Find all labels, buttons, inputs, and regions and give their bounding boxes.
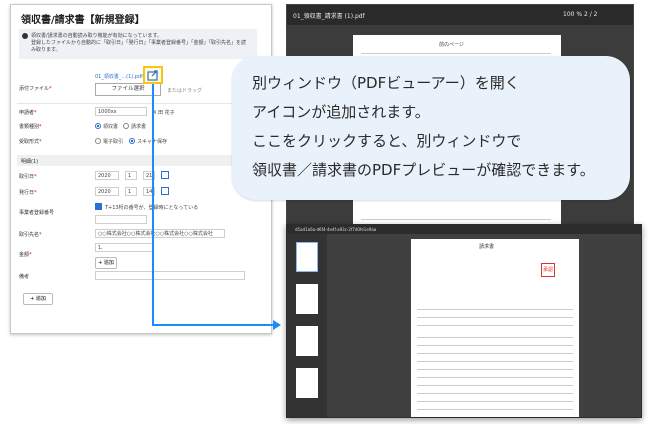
pdf-zoom-level: 100 % 2 / 2	[563, 11, 598, 18]
remarks-input[interactable]	[95, 271, 245, 280]
doc-type-invoice-radio[interactable]	[123, 123, 129, 129]
attachment-label: 添付ファイル*	[19, 86, 52, 92]
table-rule	[417, 393, 573, 394]
page-thumbnail[interactable]	[296, 242, 318, 272]
page-thumbnail[interactable]	[296, 368, 318, 398]
table-rule	[417, 345, 573, 346]
calendar-icon[interactable]	[161, 187, 169, 195]
page-title: 領収書/請求書【新規登録】	[21, 15, 145, 26]
remarks-label: 備考	[19, 274, 30, 280]
table-rule	[417, 377, 573, 378]
pdf-toolbar: 01_領収書_請求書 (1).pdf 100 % 2 / 2	[287, 5, 633, 25]
add-amount-row-button[interactable]: + 追加	[95, 257, 117, 269]
info-icon	[22, 33, 28, 39]
table-rule	[417, 361, 573, 362]
amount-input[interactable]: 1,	[95, 243, 153, 252]
notice-line-2: 登録したファイルから自動的に「取引日」「発行日」「事業者登録番号」「金額」「取引…	[31, 40, 247, 46]
partner-label: 取引先名*	[19, 232, 42, 238]
drop-hint: またはドラッグ	[167, 88, 203, 94]
table-rule	[417, 385, 573, 386]
open-pdf-viewer-icon[interactable]	[143, 66, 163, 84]
table-rule	[417, 337, 573, 338]
applicant-label: 申請者*	[19, 110, 37, 116]
callout-line-4: 領収書／請求書のPDFプレビューが確認できます。	[252, 161, 595, 179]
doc-type-label: 書類種別*	[19, 124, 42, 130]
add-detail-button[interactable]: + 追加	[23, 293, 53, 305]
invoice-heading: 請求書	[479, 244, 495, 250]
partner-input[interactable]: ○○株式会社○○株式会社○○株式会社○○株式会社	[95, 229, 225, 238]
issue-date-label: 発行日*	[19, 190, 37, 196]
table-rule	[417, 317, 573, 318]
table-rule	[417, 409, 573, 410]
doc-type-invoice-label: 請求書	[131, 124, 147, 130]
trade-date-label: 取引日*	[19, 174, 37, 180]
approval-stamp: 承認	[541, 263, 555, 277]
pdf-preview-page: 請求書 承認	[411, 239, 579, 417]
doc-type-receipt-label: 領収書	[103, 124, 119, 130]
attachment-link[interactable]: 01_領収書_...(1).pdf	[95, 73, 143, 80]
callout-line-3: ここをクリックすると、別ウィンドウで	[252, 132, 522, 150]
issue-month-input[interactable]: 1	[125, 187, 137, 196]
pdf-preview-toolbar: d5ad1a6a-d6f4-4e4f-a93c-2f7d0fe1e9aa	[287, 225, 641, 234]
detail-section-header: 明細(1)	[17, 155, 262, 166]
thumbnail-sidebar	[287, 234, 327, 417]
table-rule	[417, 325, 573, 326]
callout-bubble: 別ウィンドウ（PDFビューアー）を開く アイコンが追加されます。 ここをクリック…	[232, 56, 630, 200]
callout-line-2: アイコンが追加されます。	[252, 103, 430, 121]
table-rule	[361, 219, 551, 220]
table-rule	[417, 369, 573, 370]
trade-month-input[interactable]: 1	[125, 171, 137, 180]
arrow-head	[273, 320, 281, 330]
reg-no-checkbox[interactable]	[95, 203, 102, 210]
page-thumbnail[interactable]	[296, 284, 318, 314]
table-rule	[417, 401, 573, 402]
table-rule	[417, 309, 573, 310]
info-notice: 領収書/請求書の自動読み取り機能が有効になっています。 登録したファイルから自動…	[19, 29, 257, 59]
external-window-icon	[147, 70, 158, 81]
receive-type-label: 受取形式*	[19, 139, 42, 145]
receive-electronic-label: 電子取引	[103, 139, 124, 145]
connector-line	[152, 84, 154, 326]
page-thumbnail[interactable]	[296, 326, 318, 356]
trade-year-input[interactable]: 2020	[95, 171, 119, 180]
table-rule	[417, 353, 573, 354]
calendar-icon[interactable]	[161, 171, 169, 179]
reg-no-label: 事業者登録番号	[19, 210, 55, 216]
reg-no-input[interactable]	[95, 215, 147, 224]
doc-type-receipt-radio[interactable]	[95, 123, 101, 129]
callout-line-1: 別ウィンドウ（PDFビューアー）を開く	[252, 74, 520, 92]
notice-line-1: 領収書/請求書の自動読み取り機能が有効になっています。	[31, 33, 162, 39]
connector-line	[152, 324, 277, 326]
issue-year-input[interactable]: 2020	[95, 187, 119, 196]
applicant-input[interactable]: 1000xx	[95, 107, 147, 116]
table-rule	[361, 53, 551, 54]
applicant-name: X 田 花子	[153, 110, 175, 116]
pdf-preview-window: d5ad1a6a-d6f4-4e4f-a93c-2f7d0fe1e9aa 請求書…	[286, 224, 642, 418]
pdf-file-name: 01_領収書_請求書 (1).pdf	[293, 13, 365, 20]
pdf-page-header: 前のページ	[439, 42, 464, 48]
receive-electronic-radio[interactable]	[95, 138, 101, 144]
receive-scanner-radio[interactable]	[129, 138, 135, 144]
notice-line-3: み取ります。	[31, 47, 61, 53]
divider	[17, 103, 262, 104]
pdf-preview-file-name: d5ad1a6a-d6f4-4e4f-a93c-2f7d0fe1e9aa	[295, 227, 377, 232]
amount-label: 金額*	[19, 252, 32, 258]
